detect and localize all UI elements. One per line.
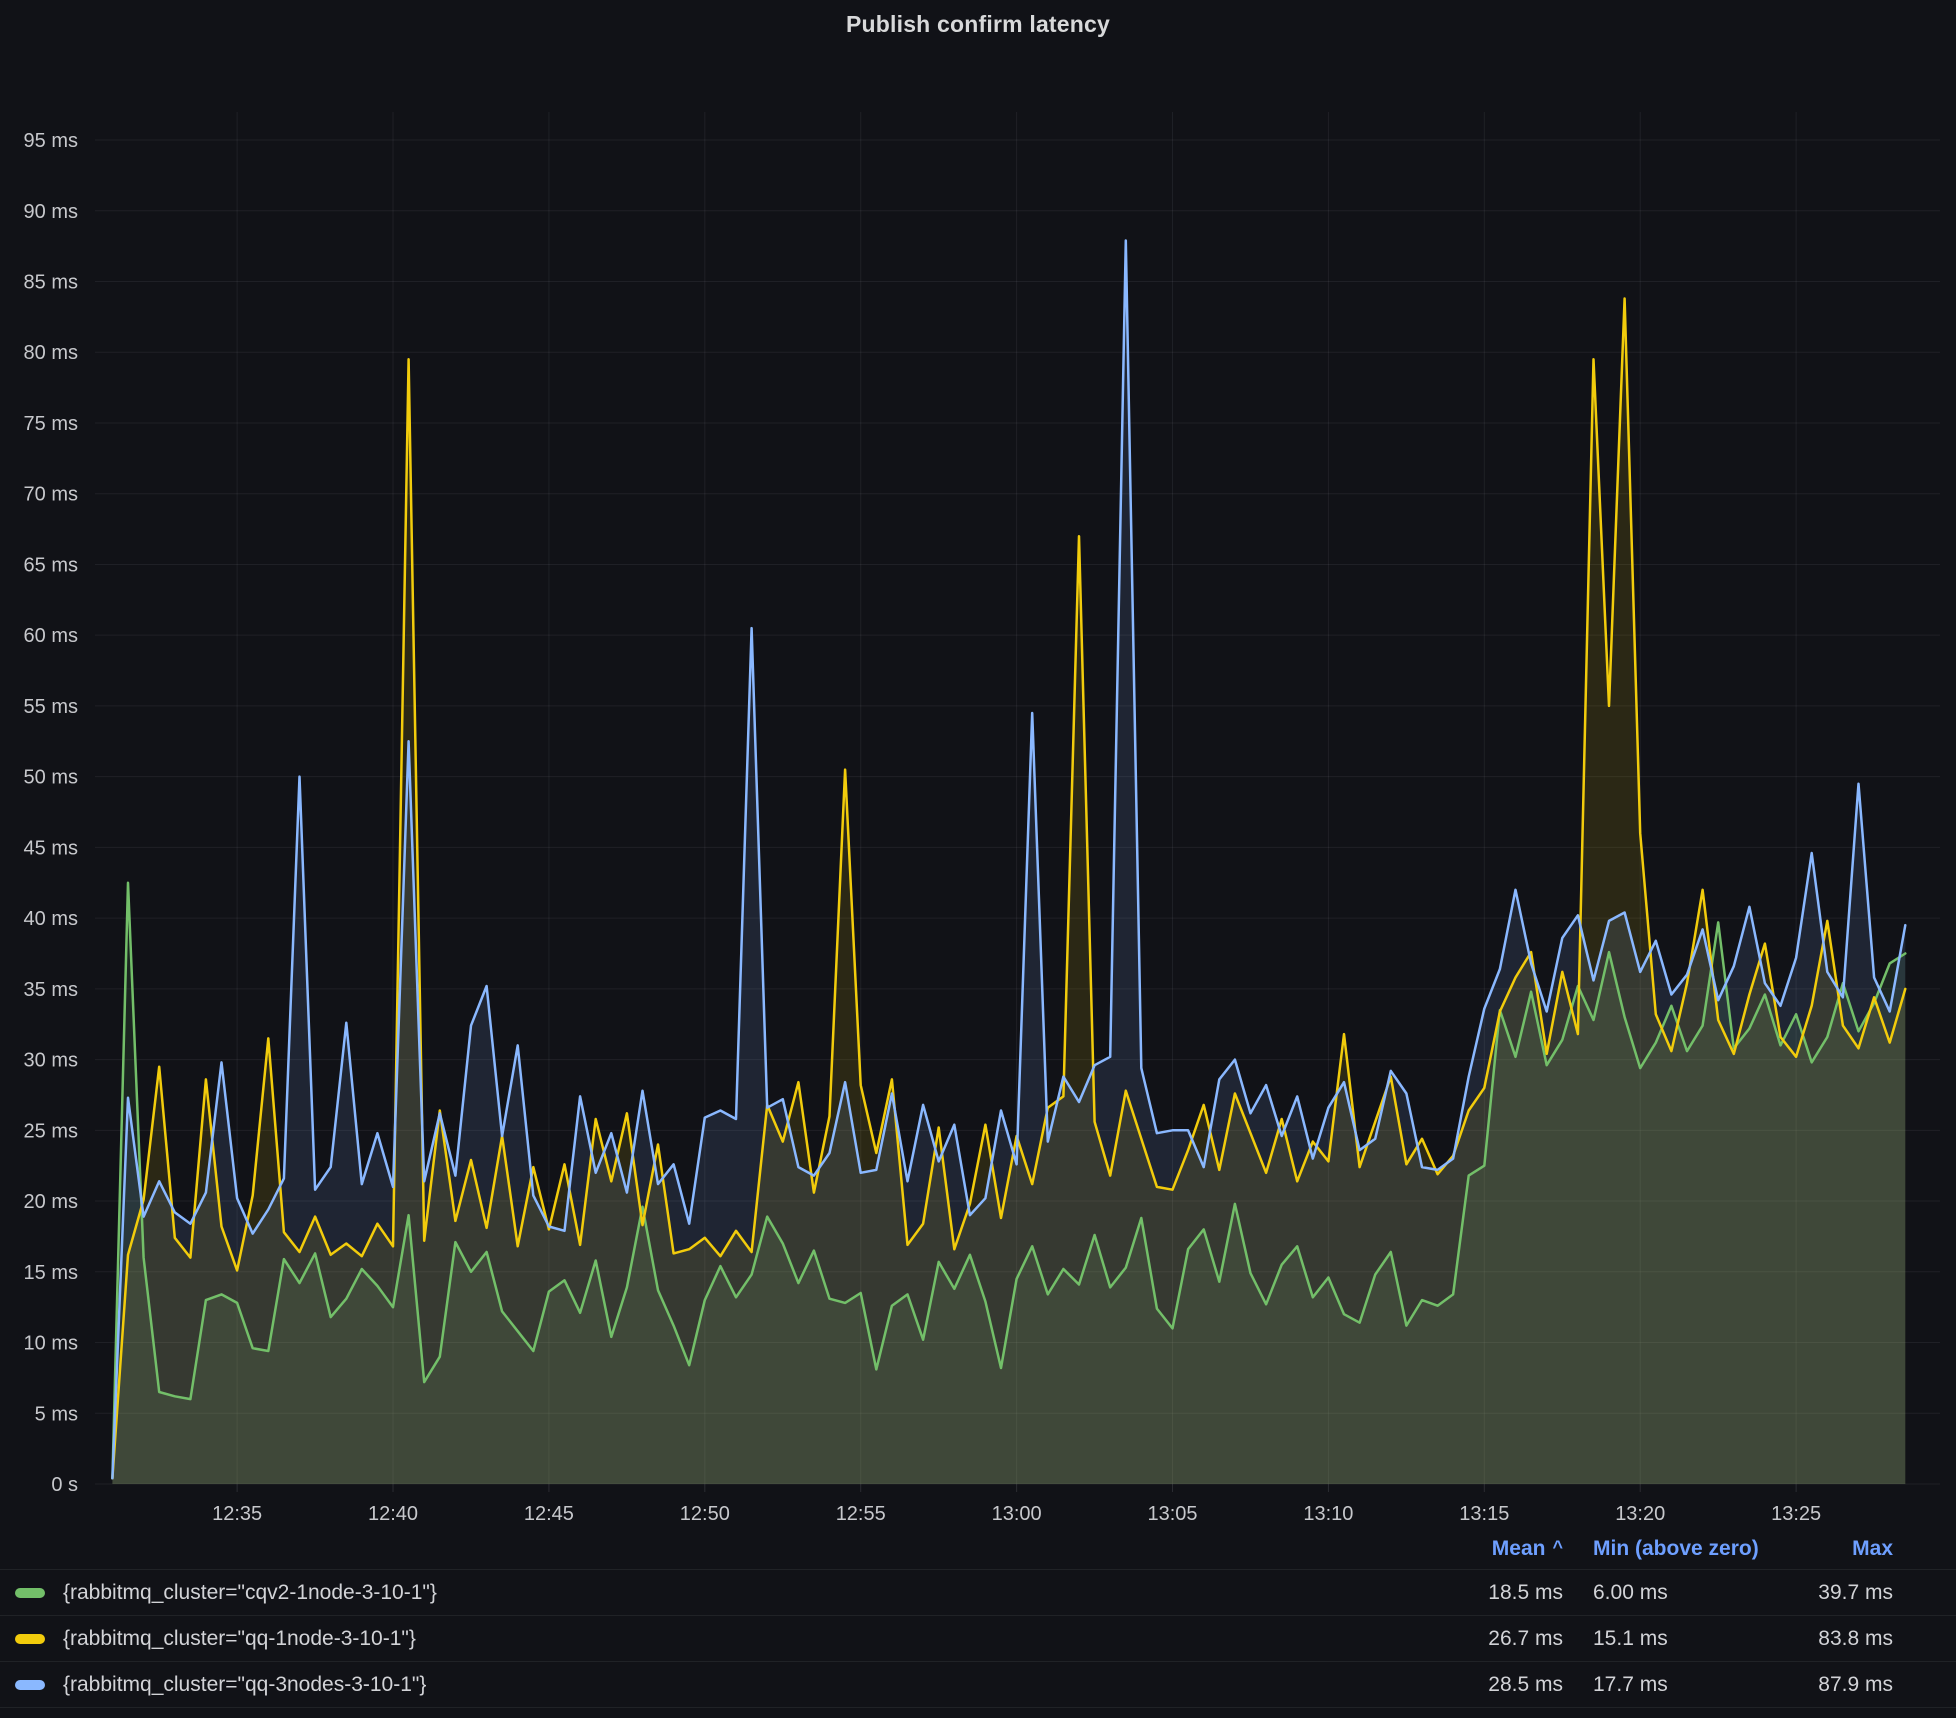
mean-header-label[interactable]: Mean: [1492, 1537, 1546, 1560]
max-value: 39.7 ms: [1793, 1581, 1893, 1605]
legend: Mean ^ Min (above zero) Max {rabbitmq_clu…: [0, 1528, 1956, 1708]
y-tick-label: 20 ms: [24, 1191, 78, 1213]
min-value: 17.7 ms: [1593, 1673, 1793, 1697]
y-tick-label: 50 ms: [24, 767, 78, 789]
y-tick-label: 25 ms: [24, 1120, 78, 1142]
y-axis-labels: 0 s 5 ms 10 ms 15 ms 20 ms 25 ms 30 ms 35 ms 40 …: [24, 130, 78, 1496]
legend-header-mean[interactable]: Mean ^: [1393, 1537, 1563, 1561]
sort-ascending-icon: ^: [1552, 1537, 1563, 1557]
y-tick-label: 95 ms: [24, 130, 78, 152]
y-tick-label: 15 ms: [24, 1262, 78, 1284]
series-label[interactable]: {rabbitmq_cluster="cqv2-1node-3-10-1"}: [63, 1581, 437, 1605]
series-swatch-green[interactable]: [15, 1588, 45, 1598]
x-tick-label: 13:05: [1147, 1503, 1197, 1525]
y-tick-label: 90 ms: [24, 201, 78, 223]
x-tick-label: 12:45: [524, 1503, 574, 1525]
x-tick-marks: [237, 1484, 1796, 1492]
legend-row-qq-1node[interactable]: {rabbitmq_cluster="qq-1node-3-10-1"} 26.…: [0, 1616, 1956, 1662]
legend-header-min[interactable]: Min (above zero): [1593, 1537, 1793, 1561]
x-tick-label: 12:40: [368, 1503, 418, 1525]
series-label[interactable]: {rabbitmq_cluster="qq-3nodes-3-10-1"}: [63, 1673, 426, 1697]
series-swatch-yellow[interactable]: [15, 1634, 45, 1644]
max-value: 83.8 ms: [1793, 1627, 1893, 1651]
y-tick-label: 5 ms: [35, 1403, 78, 1425]
legend-header-max[interactable]: Max: [1793, 1537, 1893, 1561]
y-tick-label: 70 ms: [24, 484, 78, 506]
mean-value: 26.7 ms: [1393, 1627, 1563, 1651]
panel-title: Publish confirm latency: [0, 0, 1956, 48]
mean-value: 28.5 ms: [1393, 1673, 1563, 1697]
min-value: 6.00 ms: [1593, 1581, 1793, 1605]
mean-value: 18.5 ms: [1393, 1581, 1563, 1605]
legend-row-qq-3nodes[interactable]: {rabbitmq_cluster="qq-3nodes-3-10-1"} 28…: [0, 1662, 1956, 1708]
series-label[interactable]: {rabbitmq_cluster="qq-1node-3-10-1"}: [63, 1627, 416, 1651]
series-name-cell: {rabbitmq_cluster="qq-1node-3-10-1"}: [15, 1627, 1393, 1651]
x-tick-label: 13:10: [1303, 1503, 1353, 1525]
x-tick-label: 13:25: [1771, 1503, 1821, 1525]
y-tick-label: 10 ms: [24, 1333, 78, 1355]
max-value: 87.9 ms: [1793, 1673, 1893, 1697]
x-tick-label: 12:50: [680, 1503, 730, 1525]
y-tick-label: 75 ms: [24, 413, 78, 435]
series-name-cell: {rabbitmq_cluster="qq-3nodes-3-10-1"}: [15, 1673, 1393, 1697]
y-tick-label: 65 ms: [24, 554, 78, 576]
x-axis-labels: 12:35 12:40 12:45 12:50 12:55 13:00 13:05 13:10…: [212, 1503, 1821, 1525]
y-tick-label: 35 ms: [24, 979, 78, 1001]
x-tick-label: 12:35: [212, 1503, 262, 1525]
y-tick-label: 80 ms: [24, 342, 78, 364]
legend-row-cqv2-1node[interactable]: {rabbitmq_cluster="cqv2-1node-3-10-1"} 1…: [0, 1570, 1956, 1616]
y-tick-label: 55 ms: [24, 696, 78, 718]
y-tick-label: 0 s: [51, 1474, 78, 1496]
latency-chart: 0 s 5 ms 10 ms 15 ms 20 ms 25 ms 30 ms 35 ms 40 …: [0, 0, 1956, 1528]
x-tick-label: 13:00: [992, 1503, 1042, 1525]
series-swatch-blue[interactable]: [15, 1680, 45, 1690]
x-tick-label: 13:15: [1459, 1503, 1509, 1525]
y-tick-label: 40 ms: [24, 908, 78, 930]
y-tick-label: 45 ms: [24, 837, 78, 859]
grafana-panel: { "title": "Publish confirm latency", "l…: [0, 0, 1956, 1718]
y-tick-label: 85 ms: [24, 272, 78, 294]
min-value: 15.1 ms: [1593, 1627, 1793, 1651]
legend-header: Mean ^ Min (above zero) Max: [0, 1528, 1956, 1570]
x-tick-label: 13:20: [1615, 1503, 1665, 1525]
y-tick-label: 60 ms: [24, 625, 78, 647]
series-name-cell: {rabbitmq_cluster="cqv2-1node-3-10-1"}: [15, 1581, 1393, 1605]
x-tick-label: 12:55: [836, 1503, 886, 1525]
y-tick-label: 30 ms: [24, 1050, 78, 1072]
